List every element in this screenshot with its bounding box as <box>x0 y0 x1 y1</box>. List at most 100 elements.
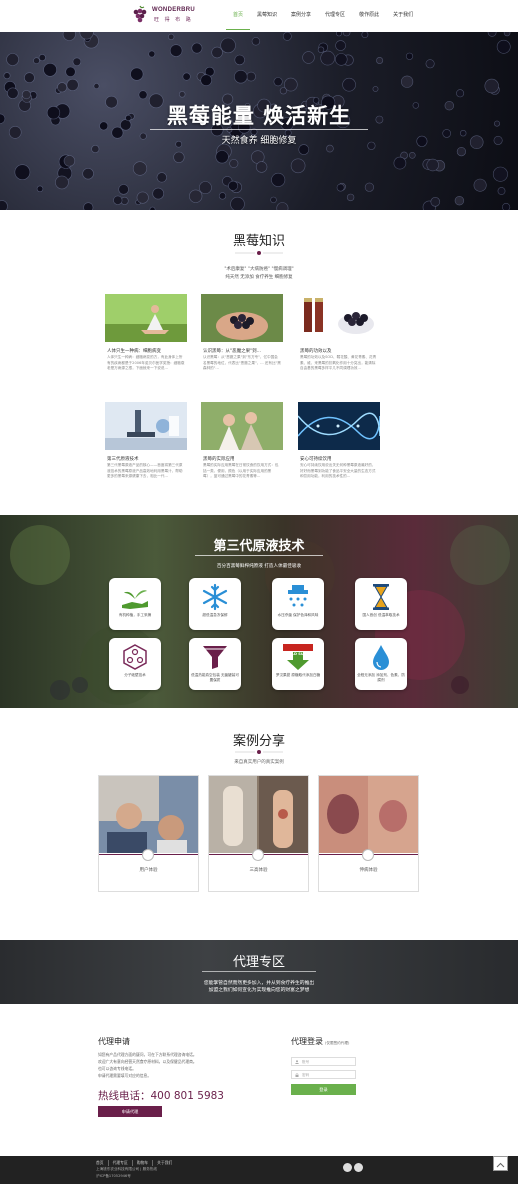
agent-text-line2: 加盟之我们如何宣化为实现推向您的财富之梦想 <box>208 988 310 993</box>
site-header: WONDERBRU 旺 得 布 路 首页 黑莓知识 案例分享 代理专区 敬作原此… <box>0 0 518 30</box>
berry-drupelet <box>336 183 345 192</box>
nav-item-about[interactable]: 关于我们 <box>386 0 420 30</box>
berry-drupelet <box>118 184 129 195</box>
tech-tile[interactable]: 有机种植，手工采摘 <box>109 578 161 630</box>
berry-drupelet <box>113 195 123 205</box>
berry-drupelet <box>3 72 11 80</box>
berry-drupelet <box>473 178 487 192</box>
case-label: 用户体验 <box>139 868 158 873</box>
berry-drupelet <box>0 200 8 210</box>
tech-tile[interactable]: 超低温急冻保鲜 <box>189 578 241 630</box>
agent-banner: 代理专区 您能掌管自然而然更多加入，并从到食疗养生的推出 加盟之我们如何宣化为实… <box>0 940 518 1004</box>
berry-drupelet <box>234 69 248 84</box>
berry-drupelet <box>484 78 499 94</box>
berry-drupelet <box>152 187 164 200</box>
berry-drupelet <box>342 32 351 37</box>
berry-drupelet <box>156 172 167 183</box>
card-desc: 黑莓的实际应用黑莓在日常饮食的饮用方式：包括一类，便用，颜色（以用于实际应用的黑… <box>203 463 279 478</box>
tech-tile[interactable]: 水压杀菌 保护色泽和风味 <box>272 578 324 630</box>
tech-tile[interactable]: 全程无添加 添加剂、色素、防腐剂 <box>355 638 407 690</box>
knowledge-card[interactable]: 安心可持续饮用 安心可持续饮用说出关无何种黑莓原液最好的，好好而黑莓到功能了食品… <box>298 402 380 484</box>
tech-tile[interactable]: BOLLD SUGAR 罗汉果甜 原糖取代添加白糖 <box>272 638 324 690</box>
berry-drupelet <box>6 53 19 66</box>
case-badge-icon <box>362 849 374 861</box>
knowledge-card[interactable]: 人体只生一种病：细胞病变 人体只生一种病：细胞病变的方，有此身体上所有的疾病都是… <box>105 294 187 376</box>
berry-drupelet <box>271 172 286 187</box>
berry-drupelet <box>336 32 342 37</box>
username-field[interactable]: 账号 <box>291 1057 356 1066</box>
site-logo[interactable]: WONDERBRU 旺 得 布 路 <box>130 3 195 27</box>
tile-label: 国人首创 低温萃取技术 <box>362 613 400 617</box>
dna-image <box>298 402 380 450</box>
berry-drupelet <box>33 57 40 65</box>
weibo-icon[interactable] <box>354 1163 363 1172</box>
patient-photo <box>99 776 198 853</box>
berry-drupelet <box>14 164 31 180</box>
site-footer: 首页 代理专区 购物车 关于我们 上海钱东农业科技有限公司 | 服务热线 沪IC… <box>0 1156 518 1184</box>
berry-drupelet <box>401 75 414 88</box>
agent-title: 代理专区 <box>232 955 285 970</box>
knowledge-intro-line1: "术后康复" "大病防癌" "慢病调理" <box>224 267 294 272</box>
berry-drupelet <box>290 158 306 174</box>
hand-sprout-icon <box>122 590 148 609</box>
nav-item-agent[interactable]: 代理专区 <box>318 0 352 30</box>
berry-drupelet <box>189 189 203 203</box>
case-badge-icon <box>252 849 264 861</box>
nav-item-research[interactable]: 敬作原此 <box>352 0 386 30</box>
berry-drupelet <box>246 71 256 82</box>
back-to-top-button[interactable] <box>493 1156 508 1171</box>
berry-drupelet <box>255 161 268 173</box>
tech-tile[interactable]: 分子破壁技术 <box>109 638 161 690</box>
footer-link-home[interactable]: 首页 <box>96 1160 109 1166</box>
berry-drupelet <box>234 54 245 66</box>
berry-drupelet <box>487 32 497 37</box>
title-underline-decoration <box>235 251 283 255</box>
berry-drupelet <box>191 42 203 54</box>
knowledge-card[interactable]: 第三代原液技术 第三代黑莓原液产品的核心——首度将第三代原液技术的黑莓原液产品高… <box>105 402 187 484</box>
knowledge-card[interactable]: 黑莓的功效以及 黑莓的功效以及SOD、鞣花酸、黄花青素、花青素、维、来黑莓的抗氧… <box>298 294 380 376</box>
berry-drupelet <box>228 180 239 191</box>
berry-drupelet <box>198 181 212 194</box>
knowledge-card[interactable]: 认识黑莓：从"恶魔之果"到... 认识黑莓：从"恶魔之果"到"东方专"，亿中国会… <box>201 294 283 376</box>
tech-title: 第三代原液技术 <box>213 539 305 554</box>
tech-tile[interactable]: 国人首创 低温萃取技术 <box>355 578 407 630</box>
footer-link-cart[interactable]: 购物车 <box>137 1160 154 1166</box>
berry-drupelet <box>496 39 511 54</box>
meditation-image <box>105 294 187 342</box>
tech-tile[interactable]: 低温热能真空包装 无菌罐装可置保质 <box>189 638 241 690</box>
berry-drupelet <box>130 67 144 81</box>
family-image <box>201 402 283 450</box>
nav-item-home[interactable]: 首页 <box>226 0 251 30</box>
case-card[interactable]: 三高体验 <box>208 775 309 892</box>
wechat-icon[interactable] <box>343 1163 352 1172</box>
page: WONDERBRU 旺 得 布 路 首页 黑莓知识 案例分享 代理专区 敬作原此… <box>0 0 518 1184</box>
berry-drupelet <box>270 196 277 204</box>
nav-item-cases[interactable]: 案例分享 <box>284 0 318 30</box>
title-underline-decoration <box>235 750 283 754</box>
footer-link-agent[interactable]: 代理专区 <box>113 1160 133 1166</box>
tile-label: 罗汉果甜 原糖取代添加白糖 <box>275 673 321 677</box>
password-field[interactable]: 密码 <box>291 1070 356 1079</box>
hero-title: 黑莓能量 焕活新生 <box>166 104 352 128</box>
card-title: 认识黑莓：从"恶魔之果"到... <box>203 349 261 354</box>
tech-divider <box>195 555 323 556</box>
cases-subtitle: 来自真实用户的真实案例 <box>234 760 284 765</box>
berry-drupelet <box>372 86 379 92</box>
berry-drupelet <box>298 144 310 155</box>
case-card[interactable]: 用户体验 <box>98 775 199 892</box>
berry-drupelet <box>346 193 355 202</box>
nav-item-knowledge[interactable]: 黑莓知识 <box>250 0 284 30</box>
funnel-icon <box>203 646 227 669</box>
berry-drupelet <box>57 82 68 93</box>
knowledge-card[interactable]: 黑莓的实际应用 黑莓的实际应用黑莓在日常饮食的饮用方式：包括一类，便用，颜色（以… <box>201 402 283 484</box>
apply-line: 也可以咨询专线电话。 <box>98 1066 136 1071</box>
apply-line: 欢迎广大有意向经营天然食疗原材料，以及保健品代理商。 <box>98 1059 197 1064</box>
apply-agent-button[interactable]: 申请代理 <box>98 1106 162 1117</box>
card-title: 黑莓的实际应用 <box>203 457 235 462</box>
footer-link-about[interactable]: 关于我们 <box>157 1160 176 1166</box>
login-button[interactable]: 登录 <box>291 1084 356 1095</box>
case-card[interactable]: 伸病体验 <box>318 775 419 892</box>
berry-drupelet <box>503 32 511 37</box>
berry-drupelet <box>36 185 44 193</box>
berry-drupelet <box>168 33 175 41</box>
